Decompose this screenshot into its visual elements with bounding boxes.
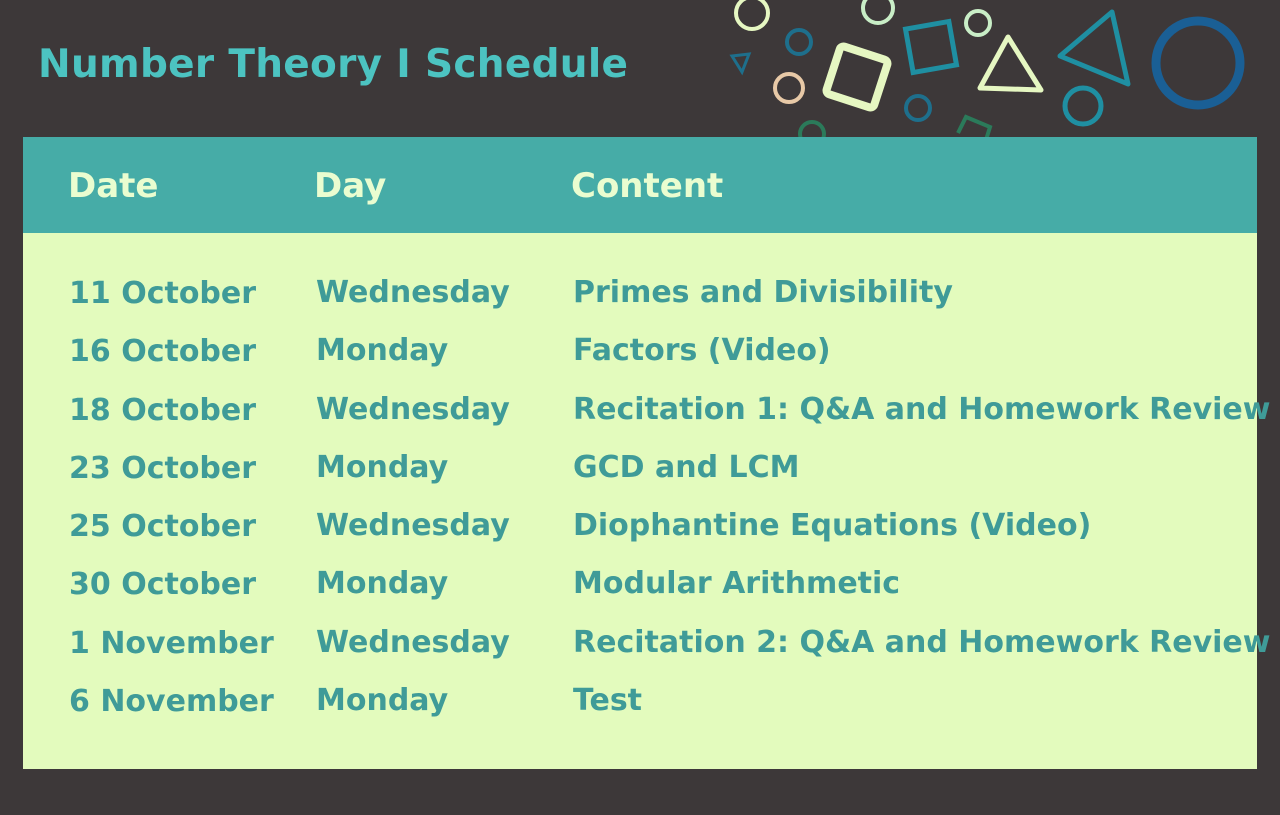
date-cell: 30 October xyxy=(69,567,257,603)
column-header-content: Content xyxy=(571,166,724,206)
table-row: 30 October Monday Modular Arithmetic xyxy=(23,566,1257,624)
triangle-shape xyxy=(1057,9,1131,87)
circle-shape xyxy=(861,0,895,25)
circle-shape xyxy=(1151,16,1245,110)
triangle-shape xyxy=(729,52,752,76)
date-cell: 11 October xyxy=(69,276,257,311)
content-cell: GCD and LCM xyxy=(573,449,800,485)
day-cell: Wednesday xyxy=(316,624,510,660)
date-cell: 18 October xyxy=(69,392,257,428)
square-shape xyxy=(822,42,892,112)
day-cell: Wednesday xyxy=(316,275,510,310)
table-row: 6 November Monday Test xyxy=(23,683,1257,741)
day-cell: Monday xyxy=(316,683,449,719)
schedule-table: Date Day Content 11 October Wednesday Pr… xyxy=(23,137,1271,769)
content-cell: Recitation 2: Q&A and Homework Review xyxy=(573,624,1271,660)
page-title: Number Theory I Schedule xyxy=(38,42,629,87)
circle-shape xyxy=(904,94,932,122)
table-row: 25 October Wednesday Diophantine Equatio… xyxy=(23,508,1257,566)
date-cell: 16 October xyxy=(69,334,257,370)
date-cell: 25 October xyxy=(69,509,257,545)
circle-shape xyxy=(964,9,992,37)
content-cell: Primes and Divisibility xyxy=(573,275,953,310)
circle-shape xyxy=(773,72,805,104)
content-cell: Modular Arithmetic xyxy=(573,566,901,602)
circle-shape xyxy=(734,0,770,31)
table-row: 18 October Wednesday Recitation 1: Q&A a… xyxy=(23,391,1271,450)
content-cell: Test xyxy=(573,683,643,719)
table-header: Date Day Content xyxy=(23,137,1257,233)
triangle-shape xyxy=(977,34,1044,93)
table-row: 1 November Wednesday Recitation 2: Q&A a… xyxy=(23,624,1271,683)
content-cell: Recitation 1: Q&A and Homework Review xyxy=(573,391,1271,427)
date-cell: 23 October xyxy=(69,450,257,486)
circle-shape xyxy=(785,28,813,56)
day-cell: Wednesday xyxy=(316,391,510,427)
day-cell: Monday xyxy=(316,449,449,485)
day-cell: Wednesday xyxy=(316,508,510,544)
date-cell: 1 November xyxy=(69,625,274,661)
table-row: 23 October Monday GCD and LCM xyxy=(23,450,1257,508)
square-shape xyxy=(902,18,960,76)
content-cell: Diophantine Equations (Video) xyxy=(573,508,1092,544)
table-row: 11 October Wednesday Primes and Divisibi… xyxy=(23,275,1257,333)
day-cell: Monday xyxy=(316,333,449,369)
date-cell: 6 November xyxy=(69,684,274,720)
day-cell: Monday xyxy=(316,566,449,602)
column-header-date: Date xyxy=(68,166,159,206)
circle-shape xyxy=(1062,85,1104,127)
table-body: 11 October Wednesday Primes and Divisibi… xyxy=(23,275,1271,741)
content-cell: Factors (Video) xyxy=(573,333,831,369)
table-row: 16 October Monday Factors (Video) xyxy=(23,333,1257,391)
column-header-day: Day xyxy=(314,166,387,206)
